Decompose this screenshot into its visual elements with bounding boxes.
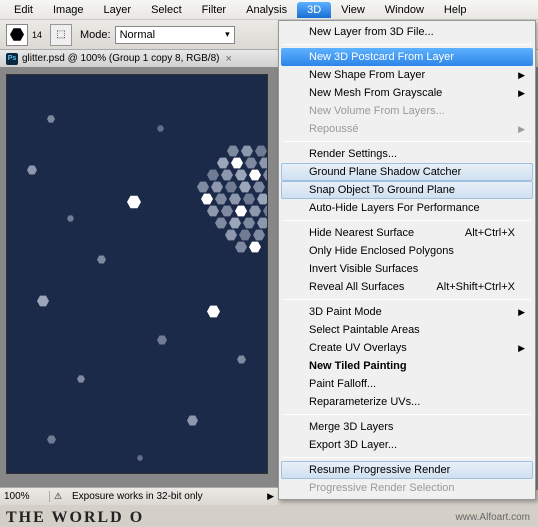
menu-separator bbox=[283, 141, 531, 142]
submenu-arrow-icon: ▶ bbox=[518, 70, 525, 81]
menu-item-label: Create UV Overlays bbox=[309, 342, 407, 354]
menu-item-snap-object-to-ground-plane[interactable]: Snap Object To Ground Plane bbox=[281, 181, 533, 199]
menu-item-render-settings[interactable]: Render Settings... bbox=[281, 145, 533, 163]
menu-item-label: Auto-Hide Layers For Performance bbox=[309, 202, 480, 214]
menu-item-label: 3D Paint Mode bbox=[309, 306, 382, 318]
menu-item-merge-3d-layers[interactable]: Merge 3D Layers bbox=[281, 418, 533, 436]
menu-item-invert-visible-surfaces[interactable]: Invert Visible Surfaces bbox=[281, 260, 533, 278]
glitter-cluster bbox=[187, 145, 268, 265]
submenu-arrow-icon: ▶ bbox=[518, 343, 525, 354]
3d-menu-dropdown: New Layer from 3D File... New 3D Postcard… bbox=[278, 20, 536, 500]
menu-item-reparameterize-uvs[interactable]: Reparameterize UVs... bbox=[281, 393, 533, 411]
menu-separator bbox=[283, 414, 531, 415]
menu-item-new-mesh-from-grayscale[interactable]: New Mesh From Grayscale ▶ bbox=[281, 84, 533, 102]
menu-item-reveal-all-surfaces[interactable]: Reveal All Surfaces Alt+Shift+Ctrl+X bbox=[281, 278, 533, 296]
menu-item-label: Reparameterize UVs... bbox=[309, 396, 420, 408]
menu-item-label: New Layer from 3D File... bbox=[309, 26, 434, 38]
status-text: Exposure works in 32-bit only bbox=[66, 491, 263, 502]
menu-item-label: Progressive Render Selection bbox=[309, 482, 455, 494]
background-text: THE WORLD O bbox=[6, 509, 144, 527]
menu-3d[interactable]: 3D bbox=[297, 2, 331, 18]
shortcut-label: Alt+Shift+Ctrl+X bbox=[436, 281, 515, 293]
menu-item-new-shape-from-layer[interactable]: New Shape From Layer ▶ bbox=[281, 66, 533, 84]
menu-item-new-tiled-painting[interactable]: New Tiled Painting bbox=[281, 357, 533, 375]
menu-filter[interactable]: Filter bbox=[192, 2, 236, 18]
menu-item-new-layer-from-3d-file[interactable]: New Layer from 3D File... bbox=[281, 23, 533, 41]
menu-select[interactable]: Select bbox=[141, 2, 192, 18]
mode-label: Mode: bbox=[80, 29, 111, 41]
menu-item-label: Resume Progressive Render bbox=[309, 464, 450, 476]
menu-item-label: Invert Visible Surfaces bbox=[309, 263, 418, 275]
menu-item-auto-hide-layers-for-performance[interactable]: Auto-Hide Layers For Performance bbox=[281, 199, 533, 217]
mode-select[interactable]: Normal ▾ bbox=[115, 26, 235, 44]
zoom-level[interactable]: 100% bbox=[0, 491, 50, 502]
menu-separator bbox=[283, 220, 531, 221]
menu-item-label: Snap Object To Ground Plane bbox=[309, 184, 455, 196]
close-icon[interactable]: × bbox=[225, 53, 231, 65]
menu-item-label: Reveal All Surfaces bbox=[309, 281, 404, 293]
menu-item-label: New Mesh From Grayscale bbox=[309, 87, 442, 99]
menu-item-3d-paint-mode[interactable]: 3D Paint Mode ▶ bbox=[281, 303, 533, 321]
chevron-down-icon: ▾ bbox=[225, 29, 230, 40]
brush-preview[interactable] bbox=[6, 24, 28, 46]
menu-edit[interactable]: Edit bbox=[4, 2, 43, 18]
menu-item-hide-nearest-surface[interactable]: Hide Nearest Surface Alt+Ctrl+X bbox=[281, 224, 533, 242]
menu-item-paint-falloff[interactable]: Paint Falloff... bbox=[281, 375, 533, 393]
menu-separator bbox=[283, 299, 531, 300]
toggle-panel-button[interactable]: ⬚ bbox=[50, 24, 72, 46]
mode-value: Normal bbox=[120, 29, 155, 41]
submenu-arrow-icon: ▶ bbox=[518, 124, 525, 135]
warning-icon: ⚠ bbox=[50, 491, 66, 502]
menu-item-only-hide-enclosed-polygons[interactable]: Only Hide Enclosed Polygons bbox=[281, 242, 533, 260]
menu-item-label: New Shape From Layer bbox=[309, 69, 425, 81]
submenu-arrow-icon: ▶ bbox=[518, 88, 525, 99]
menu-item-label: Ground Plane Shadow Catcher bbox=[309, 166, 461, 178]
menu-analysis[interactable]: Analysis bbox=[236, 2, 297, 18]
menu-item-label: Hide Nearest Surface bbox=[309, 227, 414, 239]
brush-size: 14 bbox=[32, 30, 42, 40]
canvas[interactable] bbox=[6, 74, 268, 474]
menu-item-label: Repoussé bbox=[309, 123, 359, 135]
menu-item-label: Render Settings... bbox=[309, 148, 397, 160]
watermark: www.Alfoart.com bbox=[456, 512, 530, 523]
photoshop-icon: Ps bbox=[6, 53, 18, 65]
menu-item-select-paintable-areas[interactable]: Select Paintable Areas bbox=[281, 321, 533, 339]
document-title: glitter.psd @ 100% (Group 1 copy 8, RGB/… bbox=[22, 53, 219, 64]
menu-separator bbox=[283, 44, 531, 45]
menu-item-label: New Tiled Painting bbox=[309, 360, 407, 372]
shortcut-label: Alt+Ctrl+X bbox=[465, 227, 515, 239]
menu-item-progressive-render-selection: Progressive Render Selection bbox=[281, 479, 533, 497]
menu-item-label: Only Hide Enclosed Polygons bbox=[309, 245, 454, 257]
menu-window[interactable]: Window bbox=[375, 2, 434, 18]
menu-item-new-volume-from-layers: New Volume From Layers... bbox=[281, 102, 533, 120]
menu-item-export-3d-layer[interactable]: Export 3D Layer... bbox=[281, 436, 533, 454]
menu-layer[interactable]: Layer bbox=[94, 2, 142, 18]
menu-item-label: Select Paintable Areas bbox=[309, 324, 420, 336]
menu-item-ground-plane-shadow-catcher[interactable]: Ground Plane Shadow Catcher bbox=[281, 163, 533, 181]
menu-item-label: New Volume From Layers... bbox=[309, 105, 445, 117]
menu-item-repouss: Repoussé ▶ bbox=[281, 120, 533, 138]
menu-help[interactable]: Help bbox=[434, 2, 477, 18]
chevron-right-icon[interactable]: ▶ bbox=[263, 491, 278, 502]
menu-view[interactable]: View bbox=[331, 2, 375, 18]
submenu-arrow-icon: ▶ bbox=[518, 307, 525, 318]
statusbar: 100% ⚠ Exposure works in 32-bit only ▶ bbox=[0, 487, 278, 505]
menu-image[interactable]: Image bbox=[43, 2, 94, 18]
menu-separator bbox=[283, 457, 531, 458]
menubar: EditImageLayerSelectFilterAnalysis3DView… bbox=[0, 0, 538, 20]
menu-item-label: Paint Falloff... bbox=[309, 378, 376, 390]
menu-item-label: Export 3D Layer... bbox=[309, 439, 397, 451]
hexagon-icon bbox=[10, 28, 24, 42]
menu-item-label: New 3D Postcard From Layer bbox=[309, 51, 454, 63]
menu-item-label: Merge 3D Layers bbox=[309, 421, 393, 433]
menu-item-new-3d-postcard-from-layer[interactable]: New 3D Postcard From Layer bbox=[281, 48, 533, 66]
menu-item-create-uv-overlays[interactable]: Create UV Overlays ▶ bbox=[281, 339, 533, 357]
menu-item-resume-progressive-render[interactable]: Resume Progressive Render bbox=[281, 461, 533, 479]
